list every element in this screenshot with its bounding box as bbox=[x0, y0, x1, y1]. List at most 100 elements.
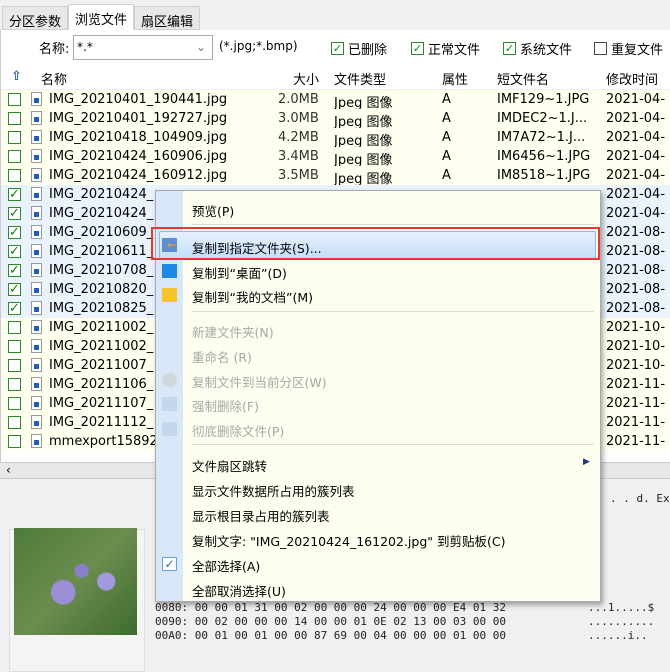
tab-partition-params[interactable]: 分区参数 bbox=[2, 6, 69, 30]
col-mtime[interactable]: 修改时间 bbox=[606, 69, 658, 88]
table-row[interactable]: IMG_20210401_192727.jpg 3.0MB Jpeg 图像 A IMDE… bbox=[1, 109, 670, 130]
name-label: 名称: bbox=[39, 42, 70, 57]
row-checkbox[interactable]: ✓ bbox=[8, 188, 21, 201]
modified-time: 2021-08- bbox=[606, 244, 666, 259]
chevron-down-icon[interactable]: ⌄ bbox=[196, 40, 206, 54]
modified-time: 2021-08- bbox=[606, 301, 666, 316]
image-file-icon bbox=[31, 225, 42, 239]
row-checkbox[interactable]: ✓ bbox=[8, 207, 21, 220]
filter-bar: 名称: *.* ⌄ (*.jpg;*.bmp) ✓ 已删除 ✓ 正常文件 ✓ 系统文件 … bbox=[0, 30, 670, 63]
row-checkbox[interactable] bbox=[8, 112, 21, 125]
col-short-name[interactable]: 短文件名 bbox=[497, 69, 549, 88]
row-checkbox[interactable]: ✓ bbox=[8, 264, 21, 277]
col-type[interactable]: 文件类型 bbox=[334, 69, 386, 88]
table-row[interactable]: IMG_20210418_104909.jpg 4.2MB Jpeg 图像 A IM7A… bbox=[1, 128, 670, 149]
modified-time: 2021-10- bbox=[606, 320, 666, 335]
row-checkbox[interactable] bbox=[8, 169, 21, 182]
image-file-icon bbox=[31, 415, 42, 429]
image-file-icon bbox=[31, 187, 42, 201]
file-name: IMG_20210611_ bbox=[49, 244, 154, 259]
file-size: 3.0MB bbox=[278, 111, 319, 126]
modified-time: 2021-04- bbox=[606, 206, 666, 221]
row-checkbox[interactable] bbox=[8, 150, 21, 163]
image-file-icon bbox=[31, 130, 42, 144]
tab-bar: 分区参数 浏览文件 扇区编辑 bbox=[2, 4, 201, 31]
row-checkbox[interactable] bbox=[8, 397, 21, 410]
image-file-icon bbox=[31, 149, 42, 163]
row-checkbox[interactable] bbox=[8, 321, 21, 334]
row-checkbox[interactable] bbox=[8, 93, 21, 106]
tab-sector-edit[interactable]: 扇区编辑 bbox=[134, 6, 201, 30]
image-file-icon bbox=[31, 244, 42, 258]
image-file-icon bbox=[31, 434, 42, 448]
submenu-arrow-icon: ▶ bbox=[583, 457, 590, 467]
hex-ascii-top: . . d. Exif bbox=[610, 492, 670, 505]
col-name[interactable]: 名称 bbox=[41, 69, 67, 88]
system-files-checkbox[interactable]: ✓ 系统文件 bbox=[503, 39, 572, 58]
menu-preview[interactable]: 预览(P) bbox=[192, 201, 234, 220]
menu-copy-to-documents[interactable]: 复制到“我的文档”(M) bbox=[192, 287, 313, 306]
row-checkbox[interactable]: ✓ bbox=[8, 302, 21, 315]
duplicate-files-checkbox[interactable]: 重复文件 bbox=[594, 39, 663, 58]
menu-wipe-delete: 彻底删除文件(P) bbox=[192, 424, 285, 439]
menu-show-root-clusters[interactable]: 显示根目录占用的簇列表 bbox=[192, 506, 330, 525]
image-file-icon bbox=[31, 282, 42, 296]
file-name: IMG_20211106_ bbox=[49, 377, 154, 392]
deleted-checkbox[interactable]: ✓ 已删除 bbox=[331, 39, 387, 58]
file-name: IMG_20210825_ bbox=[49, 301, 154, 316]
row-checkbox[interactable]: ✓ bbox=[8, 226, 21, 239]
menu-deselect-all[interactable]: 全部取消选择(U) bbox=[192, 581, 286, 600]
file-attr: A bbox=[442, 149, 451, 164]
short-name: IMDEC2~1.J... bbox=[497, 111, 588, 126]
image-file-icon bbox=[31, 92, 42, 106]
file-name: IMG_20210424_ bbox=[49, 206, 154, 221]
menu-new-folder: 新建文件夹(N) bbox=[192, 325, 274, 340]
image-file-icon bbox=[31, 301, 42, 315]
name-filter-combo[interactable]: *.* ⌄ bbox=[73, 35, 213, 60]
file-name: IMG_20210820_ bbox=[49, 282, 154, 297]
row-checkbox[interactable]: ✓ bbox=[8, 283, 21, 296]
modified-time: 2021-08- bbox=[606, 263, 666, 278]
file-name: IMG_20210708_ bbox=[49, 263, 154, 278]
scroll-left-icon[interactable]: ‹ bbox=[6, 463, 11, 477]
table-row[interactable]: IMG_20210401_190441.jpg 2.0MB Jpeg 图像 A IMF1… bbox=[1, 90, 670, 111]
filter-hint: (*.jpg;*.bmp) bbox=[219, 39, 298, 53]
modified-time: 2021-08- bbox=[606, 225, 666, 240]
row-checkbox[interactable] bbox=[8, 340, 21, 353]
row-checkbox[interactable] bbox=[8, 359, 21, 372]
table-row[interactable]: IMG_20210424_160906.jpg 3.4MB Jpeg 图像 A IM64… bbox=[1, 147, 670, 168]
normal-files-checkbox[interactable]: ✓ 正常文件 bbox=[411, 39, 480, 58]
file-name: IMG_20210424_ bbox=[49, 187, 154, 202]
modified-time: 2021-08- bbox=[606, 282, 666, 297]
file-name: IMG_20210418_104909.jpg bbox=[49, 130, 228, 145]
col-size[interactable]: 大小 bbox=[293, 69, 319, 88]
name-filter-value: *.* bbox=[77, 40, 93, 54]
file-list-header: ⇧ 名称 大小 文件类型 属性 短文件名 修改时间 bbox=[1, 63, 670, 90]
menu-rename: 重命名 (R) bbox=[192, 350, 252, 365]
menu-copy-to-desktop[interactable]: 复制到“桌面”(D) bbox=[192, 263, 287, 282]
row-checkbox[interactable] bbox=[8, 131, 21, 144]
short-name: IM7A72~1.J... bbox=[497, 130, 586, 145]
hex-ascii: ......i.. bbox=[588, 629, 648, 642]
sort-up-icon[interactable]: ⇧ bbox=[11, 69, 22, 84]
table-row[interactable]: IMG_20210424_160912.jpg 3.5MB Jpeg 图像 A IM85… bbox=[1, 166, 670, 187]
row-checkbox[interactable] bbox=[8, 378, 21, 391]
row-checkbox[interactable]: ✓ bbox=[8, 245, 21, 258]
menu-show-clusters[interactable]: 显示文件数据所占用的簇列表 bbox=[192, 481, 355, 500]
menu-select-all[interactable]: 全部选择(A) bbox=[192, 556, 260, 575]
folder-icon bbox=[162, 288, 177, 302]
row-checkbox[interactable] bbox=[8, 435, 21, 448]
row-checkbox[interactable] bbox=[8, 416, 21, 429]
tab-browse-files[interactable]: 浏览文件 bbox=[68, 4, 135, 31]
highlight-annotation bbox=[151, 227, 600, 260]
modified-time: 2021-04- bbox=[606, 111, 666, 126]
modified-time: 2021-10- bbox=[606, 358, 666, 373]
hex-line: 0090: 00 02 00 00 00 14 00 00 01 0E 02 1… bbox=[155, 615, 506, 628]
select-all-icon: ✓ bbox=[162, 557, 177, 571]
file-name: IMG_20211002_ bbox=[49, 339, 154, 354]
col-attr[interactable]: 属性 bbox=[442, 69, 468, 88]
menu-sector-jump[interactable]: 文件扇区跳转 bbox=[192, 456, 267, 475]
modified-time: 2021-04- bbox=[606, 168, 666, 183]
modified-time: 2021-11- bbox=[606, 415, 666, 430]
menu-copy-text[interactable]: 复制文字: "IMG_20210424_161202.jpg" 到剪贴板(C) bbox=[192, 531, 505, 550]
